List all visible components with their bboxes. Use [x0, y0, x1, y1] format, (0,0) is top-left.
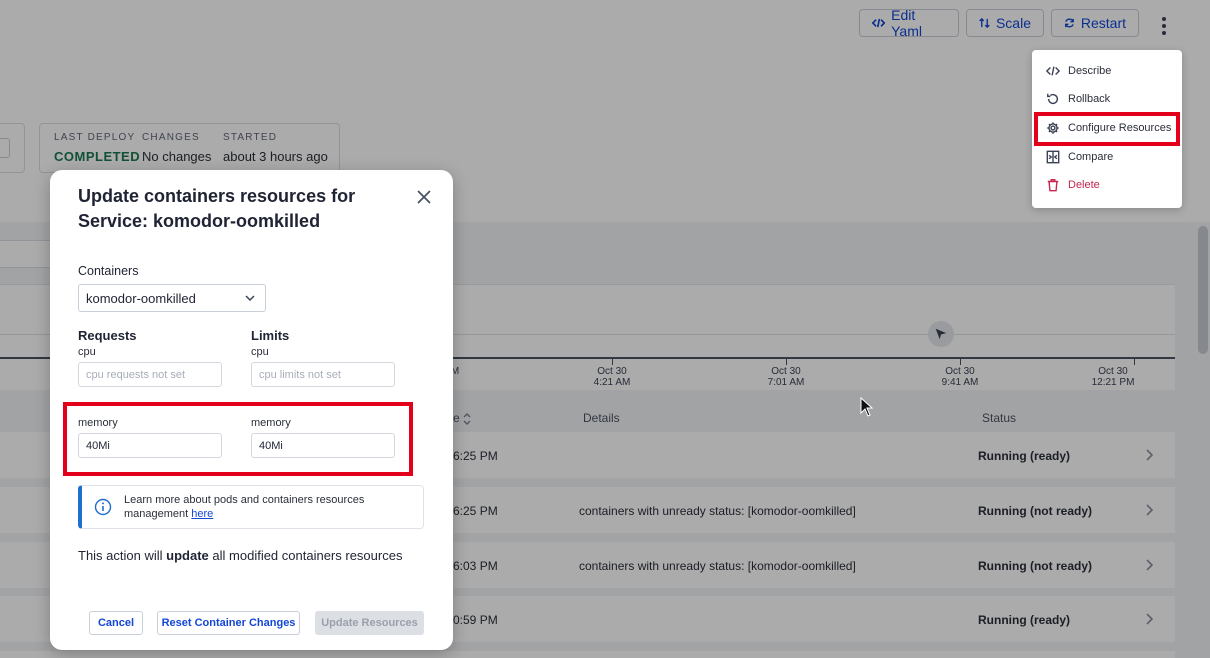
action-suffix: all modified containers resources — [212, 548, 403, 563]
menu-item-label: Rollback — [1068, 93, 1111, 105]
limits-label: Limits — [251, 328, 290, 343]
trash-icon — [1047, 179, 1059, 192]
menu-item-label: Compare — [1068, 151, 1114, 163]
cpu-requests-input[interactable] — [78, 362, 222, 387]
containers-label: Containers — [78, 264, 139, 278]
menu-item-compare[interactable]: Compare — [1032, 143, 1182, 171]
menu-item-label: Describe — [1068, 65, 1112, 77]
info-callout: Learn more about pods and containers res… — [78, 485, 424, 529]
cpu-limits-label: cpu — [251, 346, 269, 358]
menu-item-label: Delete — [1068, 179, 1100, 191]
code-icon — [1046, 66, 1060, 76]
mouse-cursor-icon — [860, 397, 874, 417]
chevron-down-icon — [245, 295, 255, 302]
menu-item-describe[interactable]: Describe — [1032, 57, 1182, 85]
update-resources-button[interactable]: Update Resources — [315, 611, 424, 635]
memory-fields-highlight — [63, 402, 413, 476]
container-select-value: komodor-oomkilled — [86, 290, 196, 306]
container-select[interactable]: komodor-oomkilled — [78, 284, 266, 312]
rollback-icon — [1047, 93, 1059, 105]
compare-icon — [1046, 150, 1060, 164]
reset-container-changes-button[interactable]: Reset Container Changes — [157, 611, 300, 635]
close-icon[interactable] — [415, 188, 433, 206]
update-resources-dialog: Update containers resources for Service:… — [50, 170, 453, 650]
dialog-title: Update containers resources for Service:… — [78, 186, 356, 231]
requests-label: Requests — [78, 328, 137, 343]
info-link[interactable]: here — [191, 508, 213, 520]
menu-item-rollback[interactable]: Rollback — [1032, 85, 1182, 113]
action-description: This action will update all modified con… — [78, 548, 402, 563]
configure-resources-highlight — [1034, 112, 1180, 146]
info-icon — [94, 498, 112, 516]
menu-item-delete[interactable]: Delete — [1032, 171, 1182, 199]
action-prefix: This action will — [78, 548, 163, 563]
info-text: Learn more about pods and containers res… — [124, 493, 414, 521]
cpu-limits-input[interactable] — [251, 362, 395, 387]
action-bold: update — [166, 548, 209, 563]
cancel-button[interactable]: Cancel — [89, 611, 143, 635]
info-message: Learn more about pods and containers res… — [124, 494, 365, 520]
cpu-requests-label: cpu — [78, 346, 96, 358]
